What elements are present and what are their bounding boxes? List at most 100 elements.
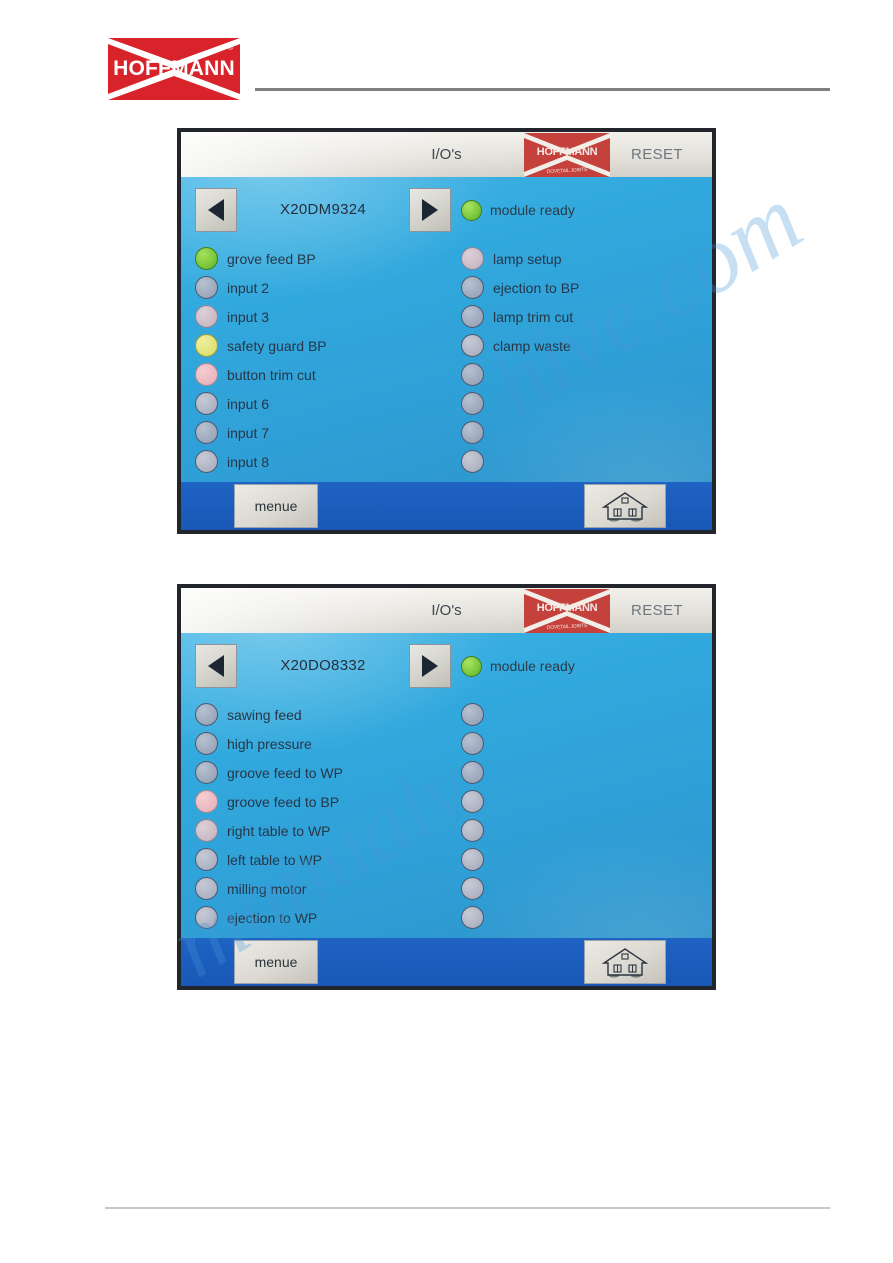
io-row[interactable]: ejection to BP xyxy=(461,273,711,302)
next-module-button[interactable] xyxy=(409,644,451,688)
home-button[interactable] xyxy=(584,484,666,528)
io-label: clamp waste xyxy=(493,337,571,354)
io-row[interactable]: groove feed to WP xyxy=(195,758,445,787)
hmi-logo-wordmark: HOFFMANN xyxy=(536,146,598,158)
io-indicator-lamp-icon xyxy=(461,906,484,929)
module-nav-row: X20DO8332 module ready xyxy=(181,640,712,692)
reset-button[interactable]: RESET xyxy=(610,132,704,177)
io-row[interactable] xyxy=(461,418,711,447)
io-indicator-lamp-icon xyxy=(195,247,218,270)
io-row[interactable]: ejection to WP xyxy=(195,903,445,932)
io-row[interactable] xyxy=(461,903,711,932)
io-row[interactable] xyxy=(461,389,711,418)
triangle-left-icon xyxy=(208,655,224,677)
triangle-right-icon xyxy=(422,199,438,221)
brand-wordmark: HOFFMANN xyxy=(113,57,235,80)
module-nav-row: X20DM9324 module ready xyxy=(181,184,712,236)
home-button[interactable] xyxy=(584,940,666,984)
io-label: ejection to WP xyxy=(227,909,318,926)
hmi-toolbar: menue xyxy=(181,482,712,530)
io-row[interactable] xyxy=(461,447,711,476)
io-label: input 3 xyxy=(227,308,270,325)
io-row[interactable] xyxy=(461,360,711,389)
io-row[interactable]: input 7 xyxy=(195,418,445,447)
io-indicator-lamp-icon xyxy=(195,848,218,871)
io-label: groove feed to WP xyxy=(227,764,343,781)
io-label: grove feed BP xyxy=(227,250,316,267)
document-header: HOFFMANN ® xyxy=(0,0,893,115)
hmi-toolbar: menue xyxy=(181,938,712,986)
io-indicator-lamp-icon xyxy=(461,848,484,871)
previous-module-button[interactable] xyxy=(195,188,237,232)
io-list-right xyxy=(461,700,711,932)
io-label: ejection to BP xyxy=(493,279,580,296)
io-row[interactable]: input 8 xyxy=(195,447,445,476)
io-indicator-lamp-icon xyxy=(195,761,218,784)
home-icon xyxy=(602,948,648,978)
hmi-screenshot-panel-2: I/O's HOFFMANN DOVETAIL JOINTS RESET X20… xyxy=(177,584,716,990)
io-indicator-lamp-icon xyxy=(461,761,484,784)
io-indicator-lamp-icon xyxy=(195,334,218,357)
hmi-screenshot-panel-1: I/O's HOFFMANN DOVETAIL JOINTS RESET X20… xyxy=(177,128,716,534)
io-row[interactable]: sawing feed xyxy=(195,700,445,729)
hmi-screen-background: I/O's HOFFMANN DOVETAIL JOINTS RESET X20… xyxy=(181,132,712,530)
io-row[interactable]: grove feed BP xyxy=(195,244,445,273)
io-row[interactable] xyxy=(461,845,711,874)
io-row[interactable]: right table to WP xyxy=(195,816,445,845)
io-indicator-lamp-icon xyxy=(461,247,484,270)
io-indicator-lamp-icon xyxy=(461,450,484,473)
io-label: input 7 xyxy=(227,424,270,441)
io-row[interactable]: clamp waste xyxy=(461,331,711,360)
io-indicator-lamp-icon xyxy=(195,819,218,842)
reset-button[interactable]: RESET xyxy=(610,588,704,633)
io-row[interactable]: safety guard BP xyxy=(195,331,445,360)
next-module-button[interactable] xyxy=(409,188,451,232)
io-row[interactable] xyxy=(461,758,711,787)
io-row[interactable]: input 2 xyxy=(195,273,445,302)
previous-module-button[interactable] xyxy=(195,644,237,688)
hoffmann-logo: HOFFMANN ® xyxy=(108,38,240,100)
io-list-left: sawing feed high pressure groove feed to W… xyxy=(195,700,445,932)
registered-mark: ® xyxy=(227,45,233,52)
io-row[interactable]: input 6 xyxy=(195,389,445,418)
menue-button[interactable]: menue xyxy=(234,484,318,528)
hmi-screen-background: I/O's HOFFMANN DOVETAIL JOINTS RESET X20… xyxy=(181,588,712,986)
footer-divider xyxy=(105,1207,830,1209)
io-row[interactable] xyxy=(461,729,711,758)
module-ready-indicator-icon xyxy=(461,655,482,677)
io-label: safety guard BP xyxy=(227,337,327,354)
io-indicator-lamp-icon xyxy=(461,732,484,755)
io-row[interactable]: lamp trim cut xyxy=(461,302,711,331)
io-row[interactable] xyxy=(461,816,711,845)
io-row[interactable]: milling motor xyxy=(195,874,445,903)
io-indicator-lamp-icon xyxy=(461,877,484,900)
io-row[interactable]: button trim cut xyxy=(195,360,445,389)
io-indicator-lamp-icon xyxy=(461,276,484,299)
io-indicator-lamp-icon xyxy=(195,732,218,755)
io-row[interactable] xyxy=(461,874,711,903)
io-label: milling motor xyxy=(227,880,307,897)
io-indicator-lamp-icon xyxy=(195,421,218,444)
io-label: right table to WP xyxy=(227,822,331,839)
hmi-hoffmann-logo: HOFFMANN DOVETAIL JOINTS xyxy=(524,133,610,177)
io-label: groove feed to BP xyxy=(227,793,340,810)
triangle-right-icon xyxy=(422,655,438,677)
io-indicator-lamp-icon xyxy=(461,392,484,415)
io-row[interactable]: input 3 xyxy=(195,302,445,331)
io-row[interactable]: high pressure xyxy=(195,729,445,758)
menue-button[interactable]: menue xyxy=(234,940,318,984)
module-status-label: module ready xyxy=(490,202,575,218)
io-list-left: grove feed BP input 2 input 3 safety guard … xyxy=(195,244,445,476)
io-row[interactable]: groove feed to BP xyxy=(195,787,445,816)
io-row[interactable] xyxy=(461,787,711,816)
io-label: lamp setup xyxy=(493,250,562,267)
io-row[interactable]: lamp setup xyxy=(461,244,711,273)
hmi-logo-wordmark: HOFFMANN xyxy=(536,602,598,614)
io-row[interactable] xyxy=(461,700,711,729)
io-label: input 2 xyxy=(227,279,270,296)
io-row[interactable]: left table to WP xyxy=(195,845,445,874)
io-label: sawing feed xyxy=(227,706,302,723)
io-indicator-lamp-icon xyxy=(461,334,484,357)
io-indicator-lamp-icon xyxy=(195,790,218,813)
io-indicator-lamp-icon xyxy=(195,703,218,726)
